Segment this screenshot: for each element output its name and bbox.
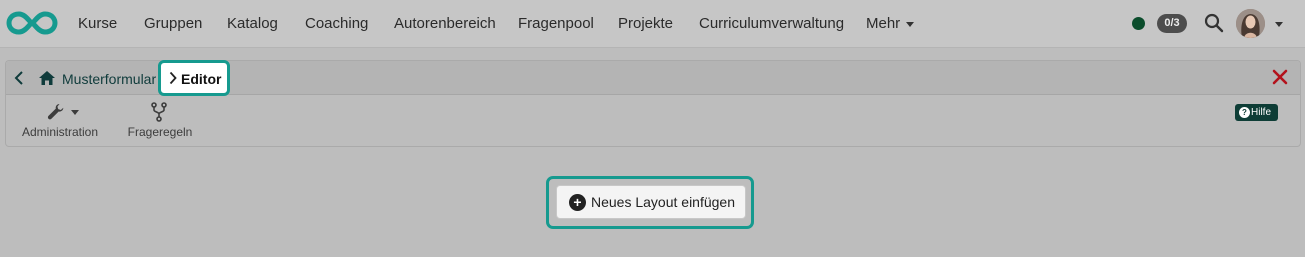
back-chevron-icon[interactable] (13, 70, 25, 86)
nav-item-projekte[interactable]: Projekte (618, 15, 673, 32)
nav-item-autorenbereich[interactable]: Autorenbereich (394, 15, 496, 32)
top-navigation: Kurse Gruppen Katalog Coaching Autorenbe… (0, 0, 1305, 48)
user-menu-chevron-down-icon[interactable] (1275, 22, 1283, 27)
nav-item-kurse[interactable]: Kurse (78, 15, 117, 32)
breadcrumb-item-editor: Editor (158, 60, 230, 96)
close-icon[interactable] (1272, 69, 1288, 85)
chevron-down-icon (71, 110, 79, 115)
editor-panel: Musterformular Editor Administration Fra… (5, 60, 1301, 147)
nav-item-curriculumverwaltung[interactable]: Curriculumverwaltung (699, 15, 844, 32)
add-layout-label: Neues Layout einfügen (591, 194, 735, 210)
breadcrumb: Musterformular Editor (6, 60, 1300, 96)
breadcrumb-current-label: Editor (181, 71, 222, 87)
wrench-icon (47, 104, 64, 120)
chevron-down-icon (906, 21, 915, 27)
home-icon[interactable] (39, 71, 55, 85)
breadcrumb-item-musterformular[interactable]: Musterformular (62, 71, 156, 87)
openolat-logo-icon[interactable] (6, 10, 58, 36)
administration-label: Administration (21, 125, 99, 139)
user-avatar[interactable] (1236, 9, 1265, 38)
nav-item-mehr[interactable]: Mehr (866, 15, 915, 32)
search-icon[interactable] (1204, 13, 1224, 33)
nav-item-coaching[interactable]: Coaching (305, 15, 368, 32)
nav-item-gruppen[interactable]: Gruppen (144, 15, 202, 32)
chevron-right-icon (169, 71, 177, 85)
help-button[interactable]: ? Hilfe (1235, 104, 1278, 121)
notification-counter-badge[interactable]: 0/3 (1157, 14, 1187, 33)
plus-circle-icon: + (569, 194, 586, 211)
online-status-indicator[interactable] (1132, 17, 1145, 30)
branch-icon (151, 102, 167, 122)
question-icon: ? (1239, 107, 1250, 118)
nav-item-mehr-label: Mehr (866, 15, 901, 32)
frageregeln-label: Frageregeln (127, 125, 193, 139)
add-layout-button[interactable]: + Neues Layout einfügen (556, 185, 746, 219)
nav-item-katalog[interactable]: Katalog (227, 15, 278, 32)
nav-item-fragenpool[interactable]: Fragenpool (518, 15, 594, 32)
frageregeln-button[interactable]: Frageregeln (127, 101, 193, 141)
help-label: Hilfe (1251, 107, 1272, 118)
administration-menu-button[interactable]: Administration (20, 101, 106, 141)
